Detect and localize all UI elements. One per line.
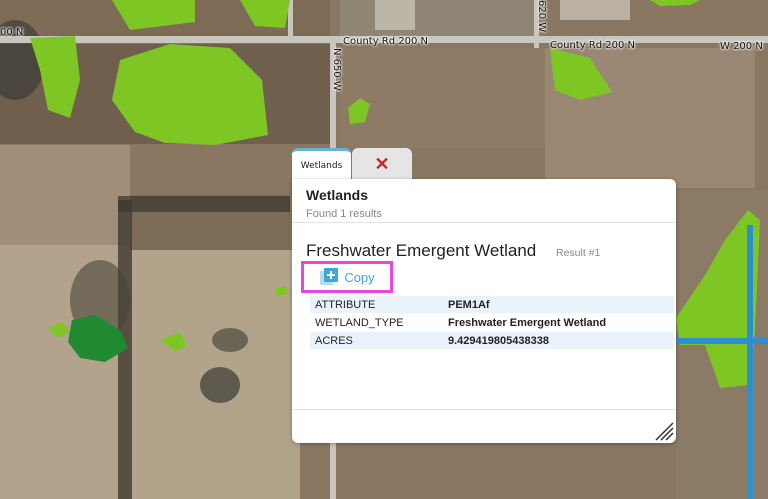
field xyxy=(340,0,540,40)
attribute-key: ATTRIBUTE xyxy=(310,296,443,314)
road-label: County Rd 200 N xyxy=(343,36,429,47)
layer-title: Wetlands xyxy=(306,187,368,203)
copy-button[interactable]: Copy xyxy=(301,261,393,293)
tree-line xyxy=(118,196,290,212)
attribute-value: PEM1Af xyxy=(443,296,674,314)
attribute-key: WETLAND_TYPE xyxy=(310,313,443,332)
road-label: County Rd 200 N xyxy=(550,40,636,51)
road-label: 00 N xyxy=(0,27,24,38)
popup-header: Wetlands Found 1 results xyxy=(292,179,676,223)
road-label: W 200 N xyxy=(720,41,763,52)
field xyxy=(340,48,550,148)
road-label: 620 W xyxy=(536,0,547,33)
stream xyxy=(676,338,768,344)
identify-popup: Wetlands Found 1 results Freshwater Emer… xyxy=(292,179,676,443)
tab-wetlands[interactable]: Wetlands xyxy=(292,148,351,180)
stream xyxy=(747,225,753,499)
attribute-value: 9.429419805438338 xyxy=(443,331,674,350)
table-row: ACRES 9.429419805438338 xyxy=(310,331,674,350)
result-number: Result #1 xyxy=(556,247,601,259)
farmstead xyxy=(375,0,415,30)
results-summary: Found 1 results xyxy=(306,208,382,220)
copy-icon xyxy=(320,268,339,285)
wet-area xyxy=(200,367,240,403)
attribute-table: ATTRIBUTE PEM1Af WETLAND_TYPE Freshwater… xyxy=(310,296,674,350)
copy-label: Copy xyxy=(344,269,375,285)
resize-handle-icon[interactable] xyxy=(654,421,674,441)
attribute-value: Freshwater Emergent Wetland xyxy=(443,313,674,332)
farmstead xyxy=(560,0,630,20)
table-row: WETLAND_TYPE Freshwater Emergent Wetland xyxy=(310,313,674,332)
attribute-key: ACRES xyxy=(310,331,443,350)
popup-footer-divider xyxy=(292,409,676,410)
feature-title: Freshwater Emergent Wetland xyxy=(306,241,537,260)
popup-tabs: Wetlands ✕ xyxy=(292,148,412,180)
close-icon: ✕ xyxy=(374,153,390,174)
wet-area xyxy=(212,328,248,352)
table-row: ATTRIBUTE PEM1Af xyxy=(310,296,674,314)
close-tab-button[interactable]: ✕ xyxy=(352,148,412,180)
road-label: N 650 W xyxy=(331,48,342,91)
